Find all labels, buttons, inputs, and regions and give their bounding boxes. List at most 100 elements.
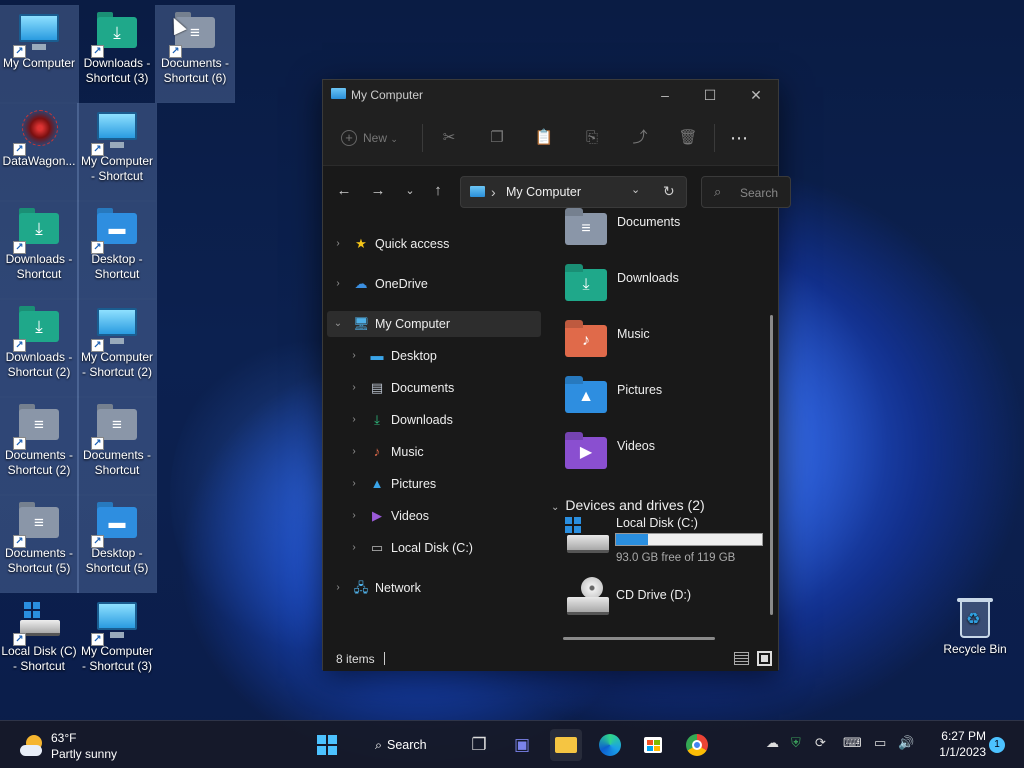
desktop-shortcut[interactable]: ≡ ↗ Documents - Shortcut (5) [0, 495, 79, 593]
desktop-shortcut[interactable]: ⤓ ↗ Downloads - Shortcut (2) [0, 299, 79, 397]
recycle-bin-shortcut[interactable]: ♻ Recycle Bin [936, 592, 1014, 688]
horizontal-scrollbar[interactable] [563, 637, 715, 640]
maximize-button[interactable]: ☐ [695, 84, 725, 106]
chevron-right-icon[interactable]: › [349, 375, 359, 401]
microsoft-store-icon[interactable] [637, 729, 669, 761]
task-view-icon[interactable]: ❐ [463, 729, 495, 761]
chevron-right-icon[interactable]: › [349, 471, 359, 497]
file-explorer-window[interactable]: My Computer – ☐ ✕ + New ⌄ ✂ ❐ 📋 ⎘ ⤴ 🗑 ⋯ ←… [322, 79, 791, 671]
tree-item[interactable]: › ▲ Pictures [327, 471, 541, 497]
folder-label: Music [617, 327, 650, 341]
tree-item[interactable]: › ⤓ Downloads [327, 407, 541, 433]
address-dropdown-chevron-icon[interactable]: ⌄ [631, 183, 640, 196]
close-button[interactable]: ✕ [741, 84, 771, 106]
weather-widget[interactable]: 63°F Partly sunny [18, 729, 128, 763]
desktop-shortcut[interactable]: ≡ ↗ Documents - Shortcut [77, 397, 157, 495]
keyboard-icon[interactable]: ⌨ [843, 735, 862, 751]
folder-item[interactable]: ♪ Music [565, 319, 765, 369]
recent-locations-chevron-icon[interactable]: ⌄ [399, 180, 421, 202]
chevron-right-icon[interactable]: › [333, 231, 343, 257]
onedrive-offline-icon[interactable]: ☁ [766, 735, 779, 751]
edge-browser-icon[interactable] [594, 729, 626, 761]
refresh-icon[interactable]: ↻ [663, 183, 675, 200]
tree-item[interactable]: › ☁ OneDrive [327, 271, 541, 297]
cut-icon[interactable]: ✂ [436, 127, 462, 149]
divider [422, 124, 423, 152]
details-view-icon[interactable] [734, 652, 749, 665]
more-options-icon[interactable]: ⋯ [726, 127, 752, 149]
forward-arrow-icon[interactable]: → [367, 180, 389, 202]
desktop-shortcut[interactable]: ≡ ↗ Documents - Shortcut (2) [0, 397, 79, 495]
desktop-shortcut[interactable]: ↗ DataWagon... [0, 103, 79, 201]
chat-icon[interactable]: ▣ [506, 729, 538, 761]
network-icon[interactable]: ▭ [874, 735, 886, 751]
folder-item[interactable]: ≡ Documents [565, 207, 765, 257]
tree-item[interactable]: › ▤ Documents [327, 375, 541, 401]
folder-item[interactable]: ▶ Videos [565, 431, 765, 481]
large-icons-view-icon[interactable] [757, 651, 772, 666]
vertical-scrollbar[interactable] [770, 315, 773, 615]
rename-icon[interactable]: ⎘ [579, 127, 605, 149]
weather-temp: 63°F [51, 731, 77, 745]
shortcut-arrow-icon: ↗ [91, 143, 104, 156]
desktop-shortcut[interactable]: ▬ ↗ Desktop - Shortcut (5) [77, 495, 157, 593]
folder-item[interactable]: ▲ Pictures [565, 375, 765, 425]
tree-item[interactable]: › ♪ Music [327, 439, 541, 465]
file-explorer-taskbar-icon[interactable] [550, 729, 582, 761]
up-arrow-icon[interactable]: ↑ [427, 180, 449, 202]
new-button[interactable]: + New ⌄ [341, 127, 411, 149]
clock[interactable]: 6:27 PM 1/1/2023 [930, 728, 986, 760]
folder-label: Documents [617, 215, 681, 229]
copy-icon[interactable]: ❐ [484, 127, 510, 149]
notification-badge[interactable]: 1 [989, 737, 1005, 753]
delete-icon[interactable]: 🗑 [675, 127, 701, 149]
drive-d-label: CD Drive (D:) [616, 588, 691, 602]
desktop-shortcut[interactable]: ▬ ↗ Desktop - Shortcut [77, 201, 157, 299]
desktop-shortcut[interactable]: ↗ My Computer [0, 5, 79, 103]
paste-icon[interactable]: 📋 [531, 127, 557, 149]
chevron-down-icon[interactable]: ⌄ [333, 311, 343, 337]
tree-item[interactable]: ⌄ 🖥 My Computer [327, 311, 541, 337]
hard-drive-icon [567, 535, 609, 553]
desktop-shortcut[interactable]: ↗ Local Disk (C) - Shortcut [0, 594, 78, 690]
back-arrow-icon[interactable]: ← [333, 180, 355, 202]
search-box[interactable]: ⌕ Search [701, 176, 791, 208]
breadcrumb-my-computer[interactable]: My Computer [506, 185, 581, 199]
desktop-shortcut[interactable]: ↗ My Computer - Shortcut (3) [78, 594, 156, 690]
tree-item[interactable]: › 🖧 Network [327, 575, 541, 601]
desktop-shortcut[interactable]: ↗ My Computer - Shortcut [77, 103, 157, 201]
chevron-right-icon[interactable]: › [349, 439, 359, 465]
minimize-button[interactable]: – [650, 84, 680, 106]
folder-item[interactable]: ⤓ Downloads [565, 263, 765, 313]
tree-item-label: My Computer [375, 317, 451, 331]
shortcut-arrow-icon: ↗ [13, 535, 26, 548]
local-disk-c[interactable]: Local Disk (C:) 93.0 GB free of 119 GB [565, 515, 765, 571]
tree-item[interactable]: › ▶ Videos [327, 503, 541, 529]
address-bar[interactable]: › My Computer ⌄ ↻ [460, 176, 687, 208]
drive-c-label: Local Disk (C:) [616, 516, 698, 530]
tree-item[interactable]: › ▭ Local Disk (C:) [327, 535, 541, 561]
sync-alert-icon[interactable]: ⟳ [815, 735, 826, 751]
tree-item[interactable]: › ▬ Desktop [327, 343, 541, 369]
chrome-browser-icon[interactable] [681, 729, 713, 761]
taskbar-search[interactable]: ⌕ Search [365, 730, 445, 760]
volume-icon[interactable]: 🔊 [898, 735, 914, 751]
chevron-right-icon[interactable]: › [349, 407, 359, 433]
chevron-right-icon[interactable]: › [349, 503, 359, 529]
devices-section-header[interactable]: ⌄ Devices and drives (2) [551, 497, 705, 513]
shortcut-arrow-icon: ↗ [13, 45, 26, 58]
desktop-shortcut[interactable]: ⤓ ↗ Downloads - Shortcut [0, 201, 79, 299]
chevron-right-icon[interactable]: › [349, 343, 359, 369]
shortcut-arrow-icon: ↗ [91, 633, 104, 646]
share-icon[interactable]: ⤴ [627, 127, 653, 149]
chevron-right-icon[interactable]: › [333, 271, 343, 297]
title-bar[interactable]: My Computer – ☐ ✕ [323, 80, 778, 110]
chevron-right-icon[interactable]: › [333, 575, 343, 601]
desktop-shortcut[interactable]: ↗ My Computer - Shortcut (2) [77, 299, 157, 397]
chevron-right-icon[interactable]: › [349, 535, 359, 561]
defender-shield-icon[interactable]: ⛨ [791, 735, 801, 751]
cd-drive-d[interactable]: CD Drive (D:) [565, 577, 765, 623]
start-button[interactable] [311, 729, 343, 761]
desktop-shortcut[interactable]: ⤓ ↗ Downloads - Shortcut (3) [78, 6, 156, 102]
tree-item[interactable]: › ★ Quick access [327, 231, 541, 257]
